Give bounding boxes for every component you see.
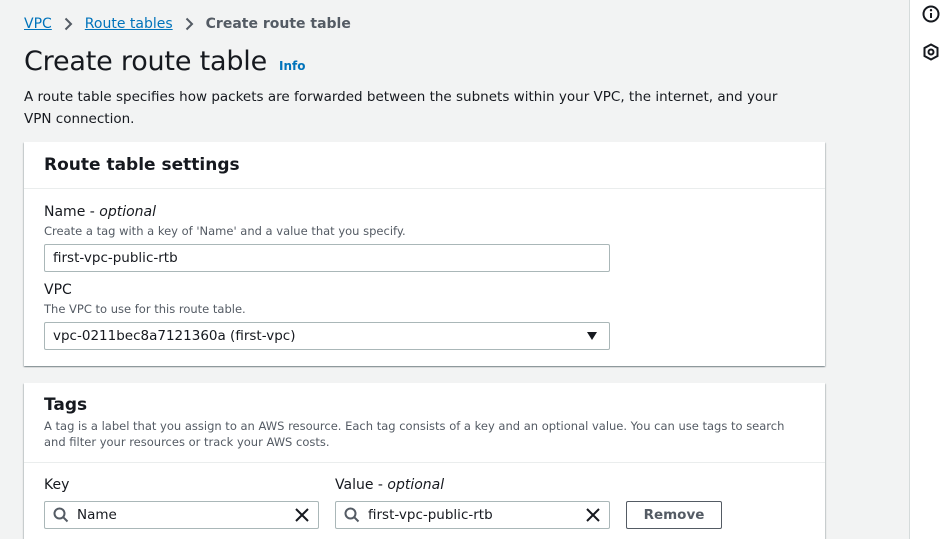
vpc-select[interactable]: vpc-0211bec8a7121360a (first-vpc) (44, 322, 610, 350)
page-header: Create route table Info (24, 46, 305, 77)
chevron-right-icon (64, 17, 73, 31)
close-icon[interactable] (294, 507, 310, 523)
name-input-value: first-vpc-public-rtb (53, 250, 178, 266)
shield-settings-icon[interactable] (922, 43, 940, 61)
tags-description: A tag is a label that you assign to an A… (44, 419, 785, 449)
search-icon (53, 507, 69, 523)
breadcrumb: VPC Route tables Create route table (24, 14, 351, 34)
name-field-hint: Create a tag with a key of 'Name' and a … (44, 224, 406, 238)
tag-key-label: Key (44, 477, 70, 493)
breadcrumb-current: Create route table (205, 16, 351, 32)
info-link[interactable]: Info (279, 59, 305, 73)
chevron-right-icon (185, 17, 194, 31)
vpc-select-value: vpc-0211bec8a7121360a (first-vpc) (53, 328, 296, 344)
caret-down-icon (587, 332, 597, 340)
panel-header: Route table settings (24, 142, 825, 189)
optional-label: optional (387, 477, 445, 493)
tag-value-input[interactable]: first-vpc-public-rtb (335, 501, 610, 529)
tag-key-input[interactable]: Name (44, 501, 319, 529)
right-rail (909, 0, 950, 539)
page-description: A route table specifies how packets are … (24, 89, 778, 127)
breadcrumb-vpc-link[interactable]: VPC (24, 16, 52, 32)
breadcrumb-route-tables-link[interactable]: Route tables (85, 16, 173, 32)
tag-value-value: first-vpc-public-rtb (368, 507, 493, 523)
main-content: VPC Route tables Create route table Crea… (0, 0, 909, 539)
optional-label: optional (99, 204, 157, 220)
panel-header: Tags A tag is a label that you assign to… (24, 383, 825, 463)
route-table-settings-panel: Route table settings Name - optional Cre… (24, 142, 825, 366)
tags-panel: Tags A tag is a label that you assign to… (24, 383, 825, 539)
info-circle-icon[interactable] (922, 5, 940, 23)
name-input[interactable]: first-vpc-public-rtb (44, 244, 610, 272)
close-icon[interactable] (585, 507, 601, 523)
search-icon (344, 507, 360, 523)
vpc-field-label: VPC (44, 282, 72, 298)
tag-key-value: Name (77, 507, 117, 523)
vpc-field-hint: The VPC to use for this route table. (44, 302, 246, 316)
remove-tag-button[interactable]: Remove (626, 501, 722, 529)
tag-value-label: Value - optional (335, 477, 445, 493)
panel-title: Route table settings (44, 155, 240, 175)
panel-title: Tags (44, 395, 88, 415)
name-field-label: Name - optional (44, 204, 157, 220)
page-title: Create route table (24, 46, 267, 77)
